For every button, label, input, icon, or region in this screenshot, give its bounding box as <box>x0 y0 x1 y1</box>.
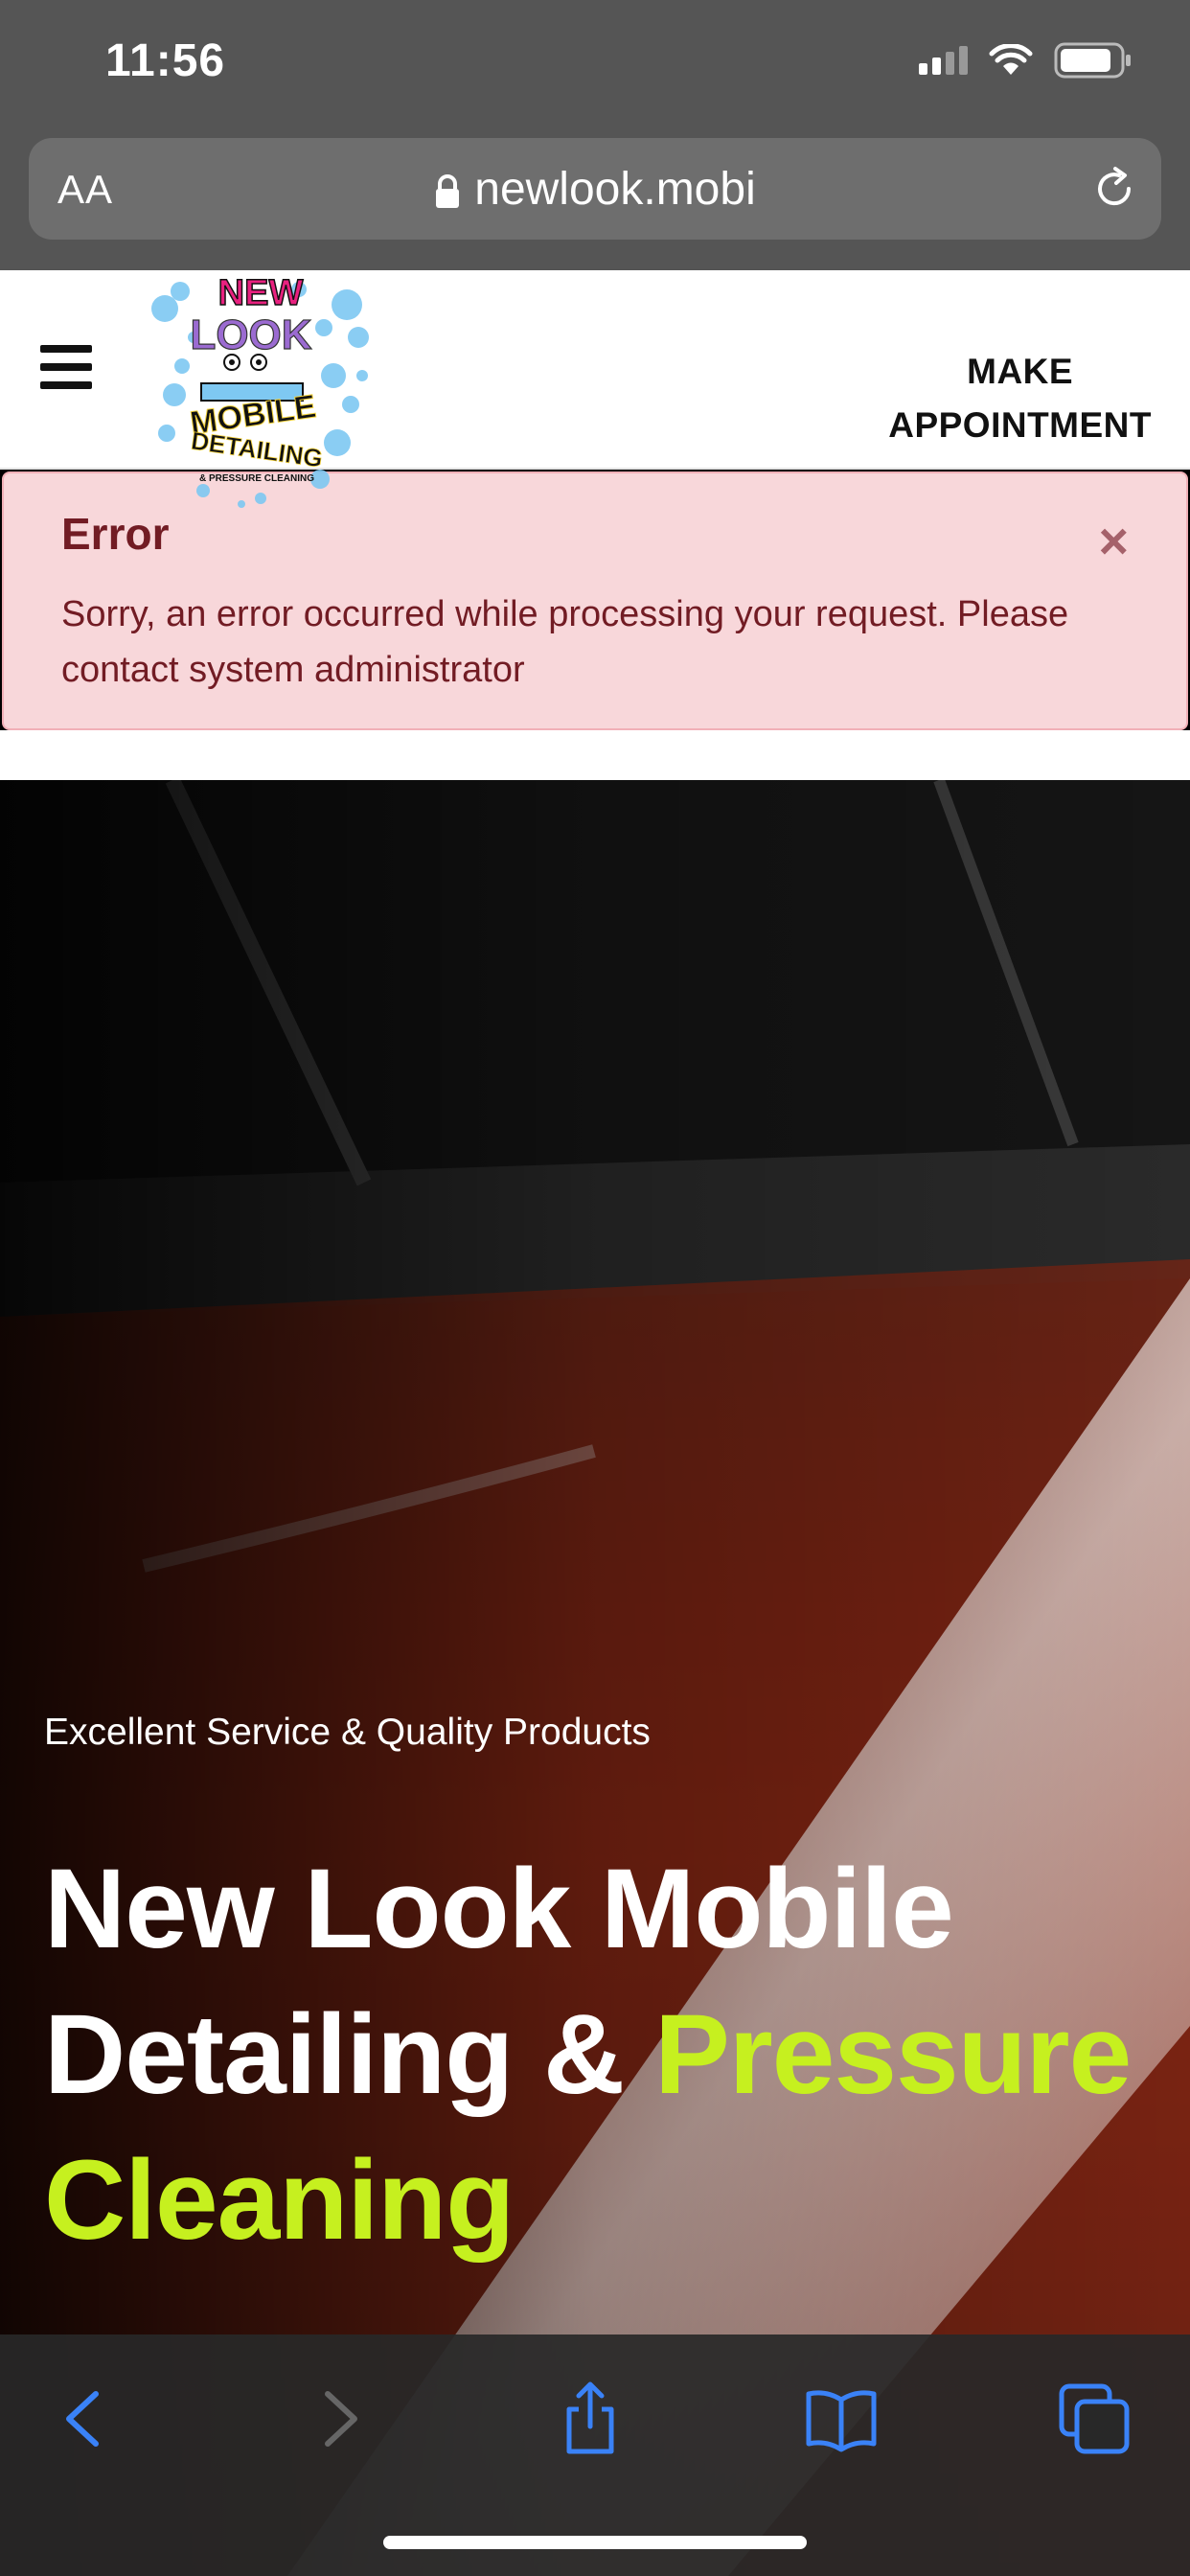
signal-icon <box>919 46 968 75</box>
site-header: NEW LOOK MOBILE DETAILING & PRESSURE CLE… <box>0 270 1190 508</box>
browser-bar: AA newlook.mobi <box>0 134 1190 270</box>
make-appointment-button[interactable]: MAKE APPOINTMENT <box>888 345 1152 452</box>
hero-background-image <box>0 780 1190 2576</box>
url-text: newlook.mobi <box>474 164 756 215</box>
svg-text:DETAILING: DETAILING <box>190 426 325 473</box>
forward-icon[interactable] <box>301 2380 378 2457</box>
svg-text:LOOK: LOOK <box>190 311 311 358</box>
lock-icon <box>436 174 460 209</box>
bookmarks-icon[interactable] <box>803 2380 880 2457</box>
hero-subtitle: Excellent Service & Quality Products <box>44 1712 651 1753</box>
status-icons <box>919 42 1133 79</box>
wifi-icon <box>989 44 1033 75</box>
reload-icon[interactable] <box>1090 165 1138 213</box>
svg-text:& PRESSURE CLEANING: & PRESSURE CLEANING <box>199 473 314 484</box>
svg-text:NEW: NEW <box>218 273 304 313</box>
appointment-label-line2: APPOINTMENT <box>888 405 1152 445</box>
status-time: 11:56 <box>105 35 226 86</box>
alert-title: Error <box>61 509 170 559</box>
battery-icon <box>1054 42 1131 79</box>
close-icon[interactable]: × <box>1098 512 1129 571</box>
error-alert: Error Sorry, an error occurred while pro… <box>2 472 1188 730</box>
tabs-icon[interactable] <box>1056 2380 1133 2457</box>
status-bar: 11:56 <box>0 0 1190 134</box>
share-icon[interactable] <box>552 2380 629 2457</box>
back-icon[interactable] <box>46 2380 123 2457</box>
home-indicator[interactable] <box>383 2536 807 2549</box>
content-spacer <box>0 730 1190 780</box>
hero-section: Excellent Service & Quality Products New… <box>0 780 1190 2576</box>
hero-title: New Look Mobile Detailing & Pressure Cle… <box>44 1836 1156 2273</box>
alert-message: Sorry, an error occurred while processin… <box>61 594 1069 690</box>
menu-icon[interactable] <box>40 345 92 389</box>
url-display[interactable]: newlook.mobi <box>29 163 1161 216</box>
address-bar[interactable]: AA newlook.mobi <box>29 138 1161 240</box>
appointment-label-line1: MAKE <box>967 352 1074 391</box>
site-logo[interactable]: NEW LOOK MOBILE DETAILING & PRESSURE CLE… <box>146 270 376 510</box>
